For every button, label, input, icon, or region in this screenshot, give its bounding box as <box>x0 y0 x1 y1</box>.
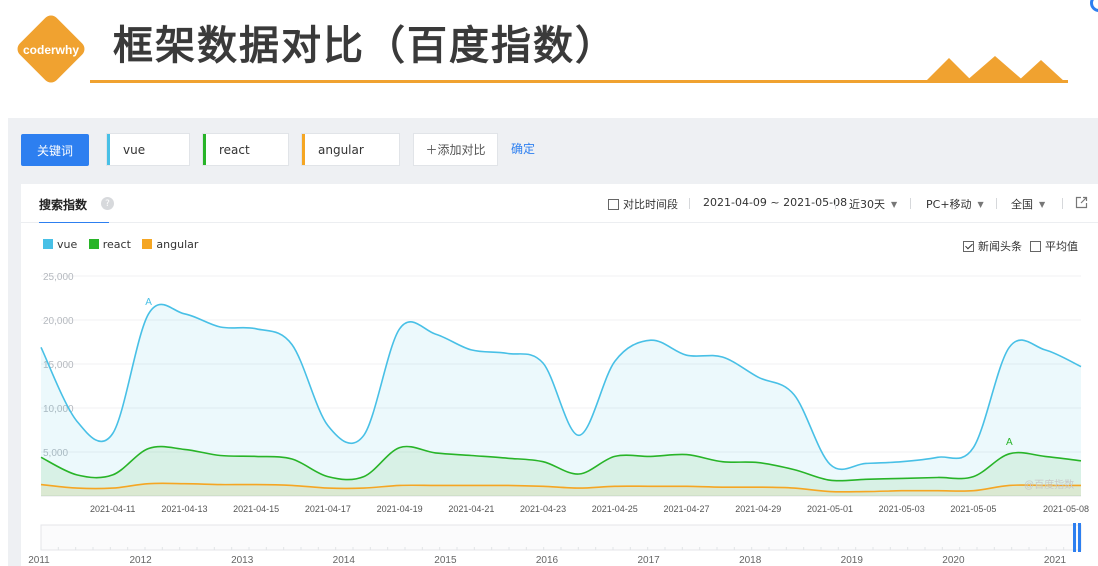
annotation-marker[interactable]: A <box>145 297 152 308</box>
x-tick-label: 2021-05-08 <box>1043 504 1089 514</box>
keyword-button[interactable]: 关键词 <box>21 134 89 166</box>
logo-text: coderwhy <box>23 43 79 57</box>
x-tick-label: 2021-04-23 <box>520 504 566 514</box>
header-rule <box>90 80 1068 83</box>
keyword-color-bar <box>203 134 206 165</box>
x-tick-label: 2021-04-13 <box>161 504 207 514</box>
mountain-decoration-icon <box>925 56 1065 82</box>
corner-dot <box>1090 0 1098 12</box>
keyword-color-bar <box>302 134 305 165</box>
series-areas <box>41 304 1081 496</box>
x-tick-label: 2021-04-21 <box>448 504 494 514</box>
overview-year-label: 2011 <box>28 555 50 566</box>
watermark-text: @百度指数 <box>1024 478 1074 491</box>
search-index-chart: 5,00010,00015,00020,00025,000 AA @百度指数 2… <box>28 272 1089 566</box>
overview-year-label: 2016 <box>536 555 559 566</box>
baidu-index-panel: 关键词 vue react angular ＋添加对比 确定 搜索指数 ? 对比… <box>8 118 1098 566</box>
slide: coderwhy 框架数据对比（百度指数） 关键词 vue react angu… <box>0 0 1098 566</box>
overview-handle-right[interactable] <box>1078 523 1081 552</box>
x-tick-label: 2021-04-19 <box>377 504 423 514</box>
overview-track[interactable] <box>40 524 1082 551</box>
slide-title: 框架数据对比（百度指数） <box>113 23 617 69</box>
overview-year-label: 2020 <box>942 555 965 566</box>
overview-year-label: 2012 <box>129 555 152 566</box>
x-tick-label: 2021-04-27 <box>663 504 709 514</box>
overview-year-label: 2013 <box>231 555 254 566</box>
x-tick-label: 2021-05-01 <box>807 504 853 514</box>
keyword-input-react[interactable]: react <box>202 133 289 166</box>
keyword-input-angular[interactable]: angular <box>301 133 400 166</box>
x-tick-label: 2021-04-17 <box>305 504 351 514</box>
overview-timeline[interactable]: 2011 2012 2013 2014 2015 2016 2017 2018 2019 2020… <box>28 523 1082 566</box>
keyword-label: angular <box>318 142 364 157</box>
overview-year-label: 2014 <box>333 555 356 566</box>
x-tick-label: 2021-05-03 <box>879 504 925 514</box>
x-tick-label: 2021-04-11 <box>90 504 135 514</box>
x-tick-label: 2021-05-05 <box>950 504 996 514</box>
keyword-color-bar <box>107 134 110 165</box>
coderwhy-logo: coderwhy <box>17 15 85 83</box>
y-tick-label: 25,000 <box>43 272 74 283</box>
search-index-card: 搜索指数 ? 对比时间段 2021-04-09 ~ 2021-05-08 近30… <box>21 184 1098 566</box>
overview-year-label: 2019 <box>841 555 864 566</box>
x-tick-label: 2021-04-15 <box>233 504 279 514</box>
annotation-marker[interactable]: A <box>1006 437 1013 448</box>
x-tick-label: 2021-04-25 <box>592 504 638 514</box>
keyword-input-vue[interactable]: vue <box>106 133 190 166</box>
add-compare-button[interactable]: ＋添加对比 <box>413 133 498 166</box>
x-axis-ticks: 2021-04-11 2021-04-13 2021-04-15 2021-04-17… <box>90 504 1089 514</box>
x-tick-label: 2021-04-29 <box>735 504 781 514</box>
confirm-button[interactable]: 确定 <box>511 140 535 157</box>
overview-year-label: 2021 <box>1044 555 1067 566</box>
y-tick-label: 20,000 <box>43 316 74 327</box>
overview-year-label: 2017 <box>637 555 660 566</box>
keyword-label: react <box>219 142 250 157</box>
overview-year-label: 2015 <box>434 555 457 566</box>
overview-handle-left[interactable] <box>1073 523 1076 552</box>
slide-header: coderwhy 框架数据对比（百度指数） <box>0 0 1098 100</box>
overview-year-label: 2018 <box>739 555 762 566</box>
keyword-label: vue <box>123 142 146 157</box>
